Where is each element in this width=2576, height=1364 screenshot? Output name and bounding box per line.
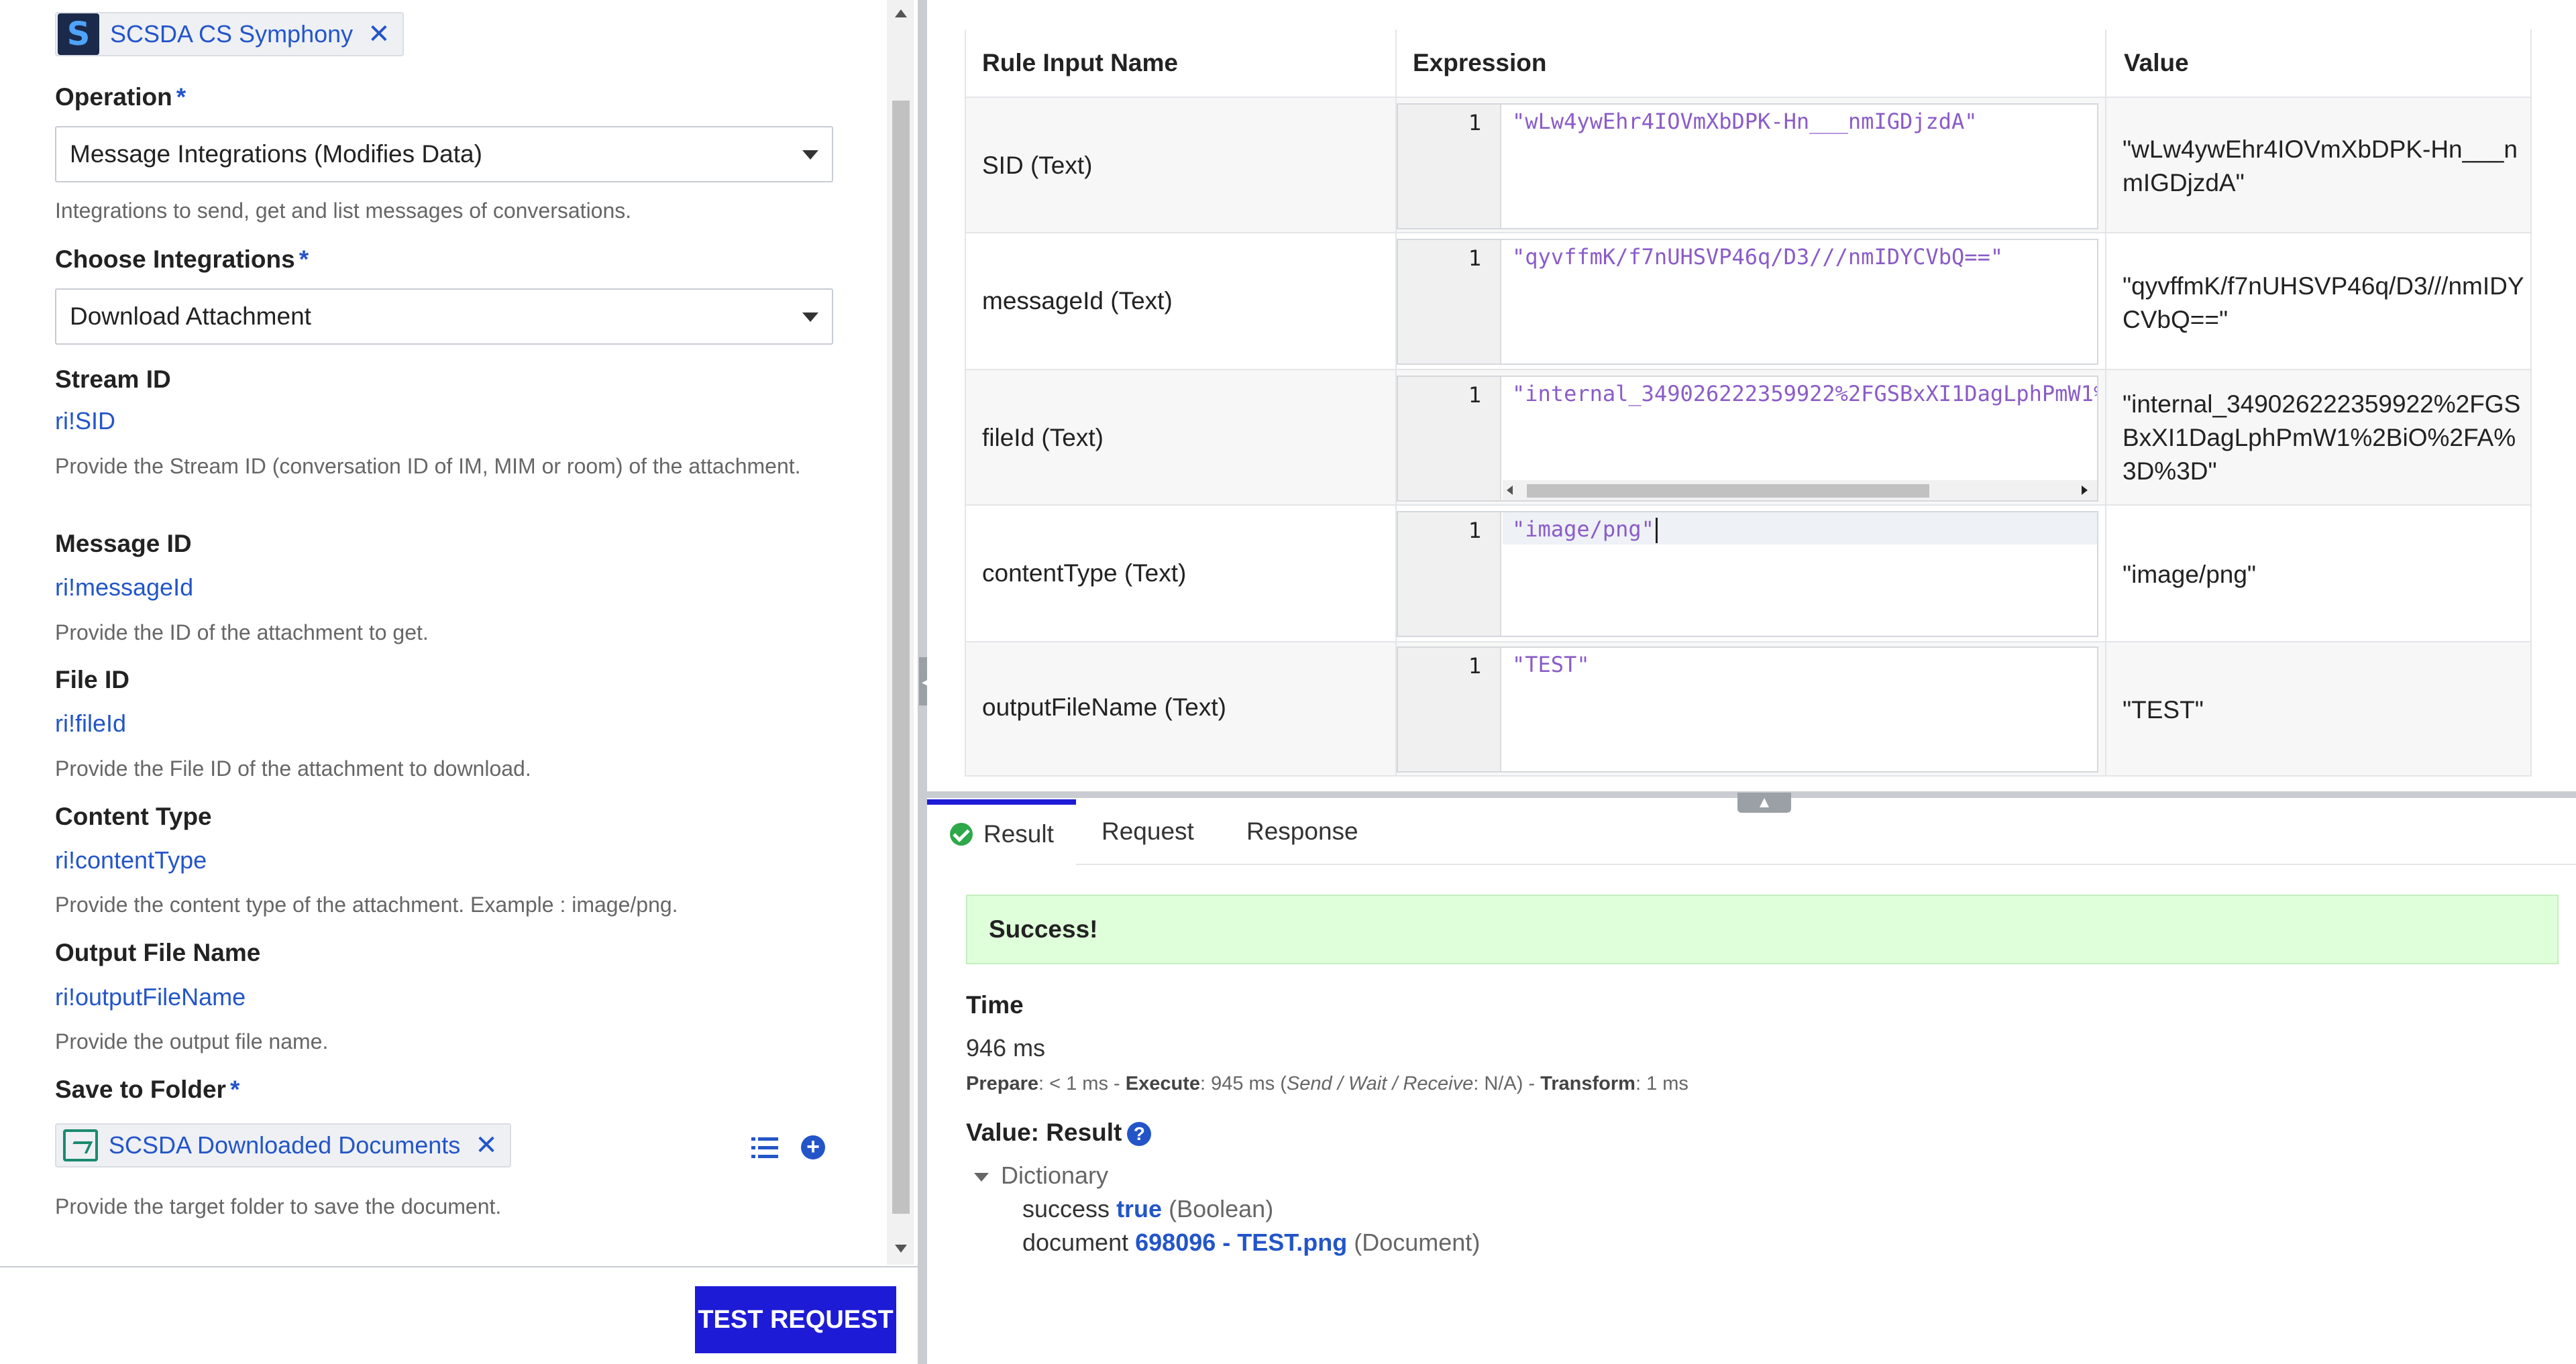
output-file-name-value[interactable]: ri!outputFileName [55, 983, 246, 1011]
chevron-down-icon [802, 312, 818, 322]
line-number: 1 [1398, 377, 1501, 500]
rule-input-value: "qyvffmK/f7nUHSVP46q/D3///nmIDYCVbQ==" [2123, 272, 2524, 333]
rule-input-name: messageId (Text) [982, 287, 1173, 315]
value-result-label: Value: Result? [966, 1119, 1152, 1147]
scroll-right-icon[interactable] [2082, 486, 2088, 495]
time-breakdown: Prepare: < 1 ms - Execute: 945 ms (Send … [966, 1073, 1688, 1094]
operation-select[interactable]: Message Integrations (Modifies Data) [55, 126, 833, 182]
remove-folder-icon[interactable]: ✕ [475, 1132, 498, 1159]
line-number: 1 [1398, 648, 1501, 771]
save-folder-label[interactable]: SCSDA Downloaded Documents [109, 1131, 460, 1159]
line-number: 1 [1398, 512, 1501, 636]
rule-input-value: "image/png" [2123, 561, 2257, 588]
tab-response[interactable]: Response [1246, 799, 1358, 864]
browse-list-icon[interactable] [751, 1137, 778, 1159]
expand-up-icon[interactable]: ▲ [1737, 793, 1791, 813]
message-id-label: Message ID [55, 530, 192, 557]
stream-id-label: Stream ID [55, 365, 171, 393]
operation-help: Integrations to send, get and list messa… [55, 198, 632, 223]
connected-system-chip[interactable]: S SCSDA CS Symphony ✕ [55, 12, 404, 56]
file-id-label: File ID [55, 666, 130, 693]
expression-code[interactable]: "image/png" [1512, 516, 1658, 543]
content-type-help: Provide the content type of the attachme… [55, 893, 678, 917]
scroll-thumb[interactable] [1527, 484, 1929, 498]
expression-header: Expression [1395, 30, 2106, 98]
rule-input-name: SID (Text) [982, 152, 1093, 179]
line-number: 1 [1398, 105, 1501, 228]
tab-result[interactable]: Result [927, 799, 1076, 864]
rule-input-value: "TEST" [2123, 696, 2204, 724]
scroll-up-icon[interactable] [895, 9, 907, 17]
add-folder-icon[interactable]: + [801, 1135, 825, 1159]
rule-input-name: outputFileName (Text) [982, 693, 1226, 721]
table-border [2105, 30, 2106, 777]
config-scroll-area: S SCSDA CS Symphony ✕ Operation * Message… [0, 0, 918, 1265]
expression-editor-outputfilename[interactable]: 1 "TEST" [1397, 646, 2098, 773]
message-id-help: Provide the ID of the attachment to get. [55, 620, 429, 644]
file-id-help: Provide the File ID of the attachment to… [55, 756, 531, 781]
choose-integrations-value: Download Attachment [70, 302, 311, 330]
dictionary-toggle[interactable]: Dictionary [974, 1161, 1108, 1190]
config-scrollbar[interactable] [887, 0, 914, 1265]
expression-editor-fileid[interactable]: 1 "internal_349026222359922%2FGSBxXI1Dag… [1397, 376, 2098, 502]
success-banner: Success! [966, 895, 2559, 964]
stream-id-help: Provide the Stream ID (conversation ID o… [55, 454, 801, 478]
dict-entry-document: document 698096 - TEST.png (Document) [1022, 1229, 1481, 1256]
value-header: Value [2106, 30, 2532, 98]
rule-input-name: contentType (Text) [982, 559, 1187, 587]
save-to-folder-label: Save to Folder * [55, 1076, 240, 1103]
remove-connected-system-icon[interactable]: ✕ [368, 21, 390, 48]
integration-config-panel: S SCSDA CS Symphony ✕ Operation * Message… [0, 0, 918, 1364]
save-to-folder-help: Provide the target folder to save the do… [55, 1194, 502, 1218]
save-folder-chip[interactable]: SCSDA Downloaded Documents ✕ [55, 1123, 511, 1168]
expression-code[interactable]: "internal_349026222359922%2FGSBxXI1DagLp… [1512, 381, 2097, 406]
rule-input-name-header: Rule Input Name [965, 30, 1395, 98]
stream-id-value[interactable]: ri!SID [55, 407, 115, 435]
line-number: 1 [1398, 240, 1501, 363]
message-id-value[interactable]: ri!messageId [55, 573, 193, 602]
tab-request[interactable]: Request [1102, 799, 1194, 864]
chevron-down-icon [802, 150, 818, 160]
test-panel: Rule Input Name Expression Value SID (Te… [927, 0, 2576, 1364]
table-border [965, 30, 966, 777]
test-request-button[interactable]: TEST REQUEST [695, 1286, 896, 1353]
choose-integrations-select[interactable]: Download Attachment [55, 288, 833, 345]
choose-integrations-label: Choose Integrations * [55, 245, 309, 273]
expression-editor-contenttype[interactable]: 1 "image/png" [1397, 511, 2098, 637]
content-type-label: Content Type [55, 803, 212, 830]
rule-input-name: fileId (Text) [982, 424, 1104, 451]
editor-horizontal-scrollbar[interactable] [1503, 480, 2097, 500]
output-file-name-label: Output File Name [55, 939, 261, 966]
time-label: Time [966, 991, 1024, 1019]
text-cursor [1655, 518, 1658, 543]
tabs-divider [1076, 864, 2576, 865]
success-check-icon [950, 823, 973, 846]
connected-system-label[interactable]: SCSDA CS Symphony [110, 20, 353, 48]
help-icon[interactable]: ? [1127, 1122, 1152, 1147]
folder-icon [63, 1129, 98, 1161]
file-id-value[interactable]: ri!fileId [55, 709, 126, 738]
content-type-value[interactable]: ri!contentType [55, 846, 207, 874]
document-link[interactable]: 698096 - TEST.png [1135, 1229, 1347, 1256]
operation-label: Operation * [55, 83, 186, 111]
time-value: 946 ms [966, 1034, 1046, 1062]
expression-code[interactable]: "TEST" [1512, 652, 1590, 677]
config-footer: TEST REQUEST [0, 1266, 918, 1364]
rule-input-value: "internal_349026222359922%2FGSBxXI1DagLp… [2123, 390, 2521, 485]
operation-select-value: Message Integrations (Modifies Data) [70, 140, 482, 168]
symphony-logo-icon: S [58, 13, 99, 55]
expression-code[interactable]: "qyvffmK/f7nUHSVP46q/D3///nmIDYCVbQ==" [1512, 244, 2003, 270]
expression-code[interactable]: "wLw4ywEhr4IOVmXbDPK-Hn___nmIGDjzdA" [1512, 109, 1978, 134]
expression-editor-messageid[interactable]: 1 "qyvffmK/f7nUHSVP46q/D3///nmIDYCVbQ==" [1397, 239, 2098, 365]
caret-down-icon[interactable] [974, 1172, 989, 1182]
rule-input-value: "wLw4ywEhr4IOVmXbDPK-Hn___nmIGDjzdA" [2123, 135, 2518, 196]
scroll-thumb[interactable] [892, 101, 910, 1214]
table-border [2530, 30, 2532, 777]
scroll-down-icon[interactable] [895, 1245, 907, 1253]
output-file-name-help: Provide the output file name. [55, 1029, 329, 1054]
expression-editor-sid[interactable]: 1 "wLw4ywEhr4IOVmXbDPK-Hn___nmIGDjzdA" [1397, 103, 2098, 229]
scroll-left-icon[interactable] [1507, 486, 1513, 495]
dict-entry-success: success true (Boolean) [1022, 1195, 1274, 1223]
